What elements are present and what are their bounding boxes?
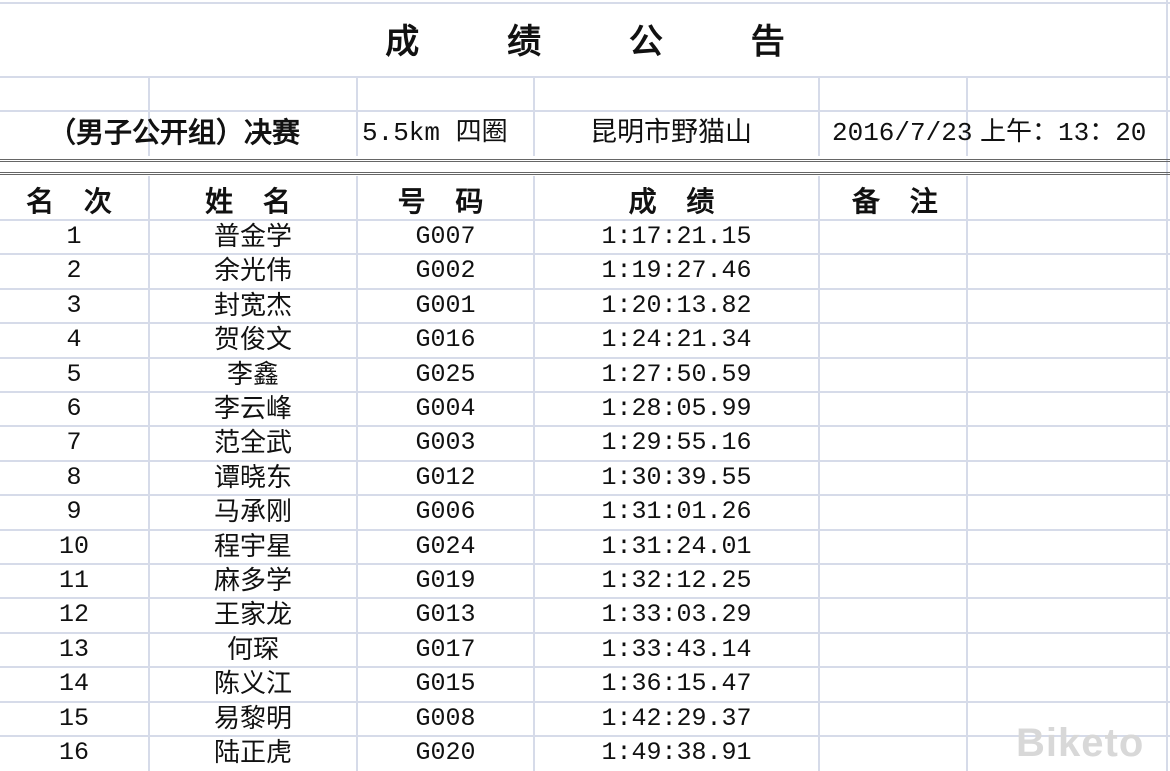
result-cell: 1:24:21.34 [601, 325, 752, 355]
page-title: 成 绩 公 告 [385, 22, 823, 62]
result-cell: 1:29:55.16 [601, 428, 752, 458]
name-cell: 陆正虎 [213, 738, 292, 768]
header-name: 姓 名 [205, 185, 301, 218]
rank-cell: 2 [66, 256, 82, 286]
table-row: 4 贺俊文 G016 1:24:21.34 [0, 322, 1170, 357]
number-cell: G024 [415, 531, 476, 561]
rank-cell: 5 [66, 359, 82, 389]
grid-line [356, 76, 358, 156]
race-distance: 5.5km 四圈 [362, 118, 508, 148]
table-row: 2 余光伟 G002 1:19:27.46 [0, 253, 1170, 288]
name-cell: 李云峰 [213, 394, 292, 424]
number-cell: G017 [415, 634, 476, 664]
name-cell: 何琛 [226, 634, 279, 665]
race-time: 上午：13：20 [980, 118, 1147, 148]
number-cell: G002 [415, 256, 476, 286]
rank-cell: 4 [66, 325, 82, 355]
number-cell: G025 [415, 359, 476, 389]
divider [0, 159, 1170, 175]
name-cell: 谭晓东 [213, 462, 292, 493]
name-cell: 李鑫 [226, 359, 279, 390]
table-row: 7 范全武 G003 1:29:55.16 [0, 425, 1170, 460]
name-cell: 范全武 [213, 428, 292, 459]
number-cell: G007 [415, 222, 476, 251]
result-cell: 1:31:01.26 [601, 497, 752, 527]
number-cell: G003 [415, 428, 476, 458]
rank-cell: 6 [66, 394, 82, 423]
event-name: （男子公开组）决赛 [48, 116, 301, 149]
name-cell: 易黎明 [213, 703, 292, 734]
rank-cell: 1 [66, 222, 82, 251]
table-row: 14 陈义江 G015 1:36:15.47 [0, 666, 1170, 701]
number-cell: G001 [415, 290, 476, 320]
rank-cell: 14 [58, 669, 89, 699]
number-cell: G004 [415, 394, 476, 423]
header-result: 成 绩 [628, 185, 725, 218]
rank-cell: 10 [58, 531, 89, 561]
name-cell: 贺俊文 [213, 325, 292, 356]
name-cell: 王家龙 [213, 600, 292, 631]
grid-line [0, 76, 1170, 78]
result-cell: 1:36:15.47 [601, 669, 752, 699]
table-row: 15 易黎明 G008 1:42:29.37 [0, 700, 1170, 736]
number-cell: G012 [415, 462, 476, 492]
name-cell: 马承刚 [213, 497, 292, 528]
race-date: 2016/7/23 [832, 118, 973, 148]
table-row: 10 程宇星 G024 1:31:24.01 [0, 528, 1170, 564]
rank-cell: 13 [58, 634, 89, 664]
name-cell: 余光伟 [213, 256, 292, 287]
rank-cell: 11 [58, 566, 89, 595]
name-cell: 程宇星 [213, 531, 292, 562]
spreadsheet: 成 绩 公 告 （男子公开组）决赛 5.5km 四圈 昆明市野猫山 2016/7… [0, 0, 1170, 771]
number-cell: G013 [415, 600, 476, 630]
result-cell: 1:49:38.91 [601, 738, 752, 767]
table-row: 5 李鑫 G025 1:27:50.59 [0, 356, 1170, 392]
table-row: 13 何琛 G017 1:33:43.14 [0, 631, 1170, 667]
rank-cell: 8 [66, 462, 82, 492]
result-cell: 1:20:13.82 [601, 290, 752, 320]
result-cell: 1:32:12.25 [601, 566, 752, 595]
number-cell: G020 [415, 738, 476, 767]
table-row: 9 马承刚 G006 1:31:01.26 [0, 494, 1170, 529]
number-cell: G019 [415, 566, 476, 595]
table-row: 3 封宽杰 G001 1:20:13.82 [0, 287, 1170, 323]
result-cell: 1:42:29.37 [601, 703, 752, 733]
result-cell: 1:30:39.55 [601, 462, 752, 492]
race-venue: 昆明市野猫山 [590, 117, 752, 148]
grid-line [0, 2, 1170, 4]
header-rank: 名 次 [26, 185, 122, 218]
grid-line [533, 76, 535, 156]
result-cell: 1:28:05.99 [601, 394, 752, 423]
number-cell: G006 [415, 497, 476, 527]
result-cell: 1:33:03.29 [601, 600, 752, 630]
table-row: 8 谭晓东 G012 1:30:39.55 [0, 459, 1170, 495]
name-cell: 普金学 [213, 222, 292, 252]
table-row: 12 王家龙 G013 1:33:03.29 [0, 597, 1170, 632]
header-number: 号 码 [397, 185, 494, 218]
table-row: 1 普金学 G007 1:17:21.15 [0, 219, 1170, 254]
rank-cell: 9 [66, 497, 82, 527]
number-cell: G015 [415, 669, 476, 699]
grid-line [818, 76, 820, 156]
number-cell: G016 [415, 325, 476, 355]
rank-cell: 15 [58, 703, 89, 733]
result-cell: 1:19:27.46 [601, 256, 752, 286]
table-row: 16 陆正虎 G020 1:49:38.91 [0, 735, 1170, 770]
result-cell: 1:27:50.59 [601, 359, 752, 389]
rank-cell: 3 [66, 290, 82, 320]
result-cell: 1:33:43.14 [601, 634, 752, 664]
number-cell: G008 [415, 703, 476, 733]
name-cell: 陈义江 [213, 669, 292, 700]
rank-cell: 12 [58, 600, 89, 630]
header-remark: 备 注 [852, 185, 948, 218]
rank-cell: 16 [58, 738, 89, 767]
result-cell: 1:31:24.01 [601, 531, 752, 561]
result-cell: 1:17:21.15 [601, 222, 752, 251]
name-cell: 封宽杰 [213, 290, 292, 321]
watermark-logo: Biketo [1016, 721, 1145, 765]
table-row: 11 麻多学 G019 1:32:12.25 [0, 563, 1170, 598]
rank-cell: 7 [66, 428, 82, 458]
table-row: 6 李云峰 G004 1:28:05.99 [0, 391, 1170, 426]
name-cell: 麻多学 [213, 566, 292, 596]
